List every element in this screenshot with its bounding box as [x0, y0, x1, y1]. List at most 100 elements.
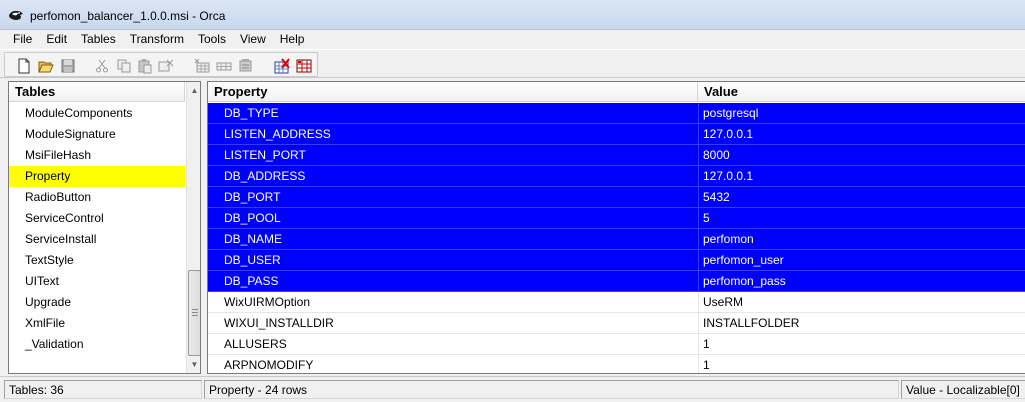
grip-icon	[192, 309, 198, 316]
window-title: perfomon_balancer_1.0.0.msi - Orca	[30, 9, 226, 23]
cell-property[interactable]: WIXUI_INSTALLDIR	[224, 313, 334, 334]
copy-icon[interactable]	[115, 57, 132, 74]
table-item-modulesignature[interactable]: ModuleSignature	[9, 124, 185, 145]
table-row[interactable]: ALLUSERS 1	[208, 334, 1025, 355]
table-item-property[interactable]: Property	[9, 166, 185, 187]
open-icon[interactable]	[37, 57, 54, 74]
table-item-xmlfile[interactable]: XmlFile	[9, 313, 185, 334]
table-row[interactable]: LISTEN_PORT 8000	[208, 145, 1025, 166]
cut-icon[interactable]	[93, 57, 110, 74]
cell-value[interactable]: 127.0.0.1	[703, 124, 753, 145]
column-divider	[698, 313, 699, 334]
cell-property[interactable]: LISTEN_PORT	[224, 145, 306, 166]
table-item-upgrade[interactable]: Upgrade	[9, 292, 185, 313]
cell-property[interactable]: DB_NAME	[224, 229, 282, 250]
menu-tables[interactable]: Tables	[74, 30, 123, 48]
table-row[interactable]: ARPNOMODIFY 1	[208, 355, 1025, 373]
title-bar[interactable]: perfomon_balancer_1.0.0.msi - Orca	[0, 0, 1025, 30]
new-icon[interactable]	[15, 57, 32, 74]
toolbar	[0, 49, 1025, 78]
menu-file[interactable]: File	[6, 30, 39, 48]
cell-property[interactable]: LISTEN_ADDRESS	[224, 124, 331, 145]
table-row[interactable]: DB_PASS perfomon_pass	[208, 271, 1025, 292]
status-table-info: Property - 24 rows	[204, 380, 899, 399]
column-header-property[interactable]: Property	[208, 82, 698, 102]
status-column-info: Value - Localizable[0]	[901, 380, 1025, 399]
table-row[interactable]: DB_POOL 5	[208, 208, 1025, 229]
table-row[interactable]: LISTEN_ADDRESS 127.0.0.1	[208, 124, 1025, 145]
add-row-icon[interactable]	[215, 57, 232, 74]
grid-rows: DB_TYPE postgresql LISTEN_ADDRESS 127.0.0.1…	[208, 103, 1025, 373]
menu-bar: File Edit Tables Transform Tools View He…	[0, 30, 1025, 48]
table-item-msifilehash[interactable]: MsiFileHash	[9, 145, 185, 166]
cell-value[interactable]: postgresql	[703, 103, 758, 124]
cell-value[interactable]: 1	[703, 355, 710, 373]
table-item-validation[interactable]: _Validation	[9, 334, 185, 355]
scrollbar-thumb[interactable]	[188, 270, 200, 356]
menu-transform[interactable]: Transform	[123, 30, 191, 48]
table-item-servicecontrol[interactable]: ServiceControl	[9, 208, 185, 229]
cell-property[interactable]: DB_ADDRESS	[224, 166, 305, 187]
grid-header: Property Value	[208, 82, 1025, 102]
tables-header[interactable]: Tables	[9, 82, 185, 102]
cell-property[interactable]: DB_POOL	[224, 208, 281, 229]
cell-property[interactable]: ARPNOMODIFY	[224, 355, 313, 373]
cell-value[interactable]: 127.0.0.1	[703, 166, 753, 187]
table-item-radiobutton[interactable]: RadioButton	[9, 187, 185, 208]
table-item-textstyle[interactable]: TextStyle	[9, 250, 185, 271]
save-icon[interactable]	[59, 57, 76, 74]
cell-value[interactable]: perfomon	[703, 229, 754, 250]
table-row[interactable]: WixUIRMOption UseRM	[208, 292, 1025, 313]
validate-icon[interactable]	[273, 57, 290, 74]
column-header-value[interactable]: Value	[698, 82, 1025, 102]
table-row[interactable]: DB_NAME perfomon	[208, 229, 1025, 250]
scroll-up-icon[interactable]: ▲	[187, 82, 200, 99]
tables-scrollbar[interactable]: ▲ ▼	[186, 82, 200, 373]
cell-property[interactable]: ALLUSERS	[224, 334, 287, 355]
cell-value[interactable]: 8000	[703, 145, 730, 166]
cell-value[interactable]: 5	[703, 208, 710, 229]
cell-property[interactable]: DB_PASS	[224, 271, 278, 292]
table-properties-icon[interactable]	[295, 57, 312, 74]
add-table-icon[interactable]	[193, 57, 210, 74]
table-row[interactable]: DB_PORT 5432	[208, 187, 1025, 208]
scroll-down-icon[interactable]: ▼	[187, 356, 200, 373]
cell-value[interactable]: 1	[703, 334, 710, 355]
paste-icon[interactable]	[136, 57, 153, 74]
table-row[interactable]: DB_TYPE postgresql	[208, 103, 1025, 124]
table-item-uitext[interactable]: UIText	[9, 271, 185, 292]
cell-value[interactable]: UseRM	[703, 292, 743, 313]
orca-app-icon[interactable]	[8, 8, 24, 22]
menu-view[interactable]: View	[233, 30, 273, 48]
cell-value[interactable]: INSTALLFOLDER	[703, 313, 799, 334]
table-item-modulecomponents[interactable]: ModuleComponents	[9, 103, 185, 124]
tables-list: ModuleComponents ModuleSignature MsiFile…	[9, 103, 185, 355]
column-divider	[698, 229, 699, 250]
cell-value[interactable]: perfomon_user	[703, 250, 784, 271]
cell-value[interactable]: perfomon_pass	[703, 271, 786, 292]
cell-property[interactable]: WixUIRMOption	[224, 292, 310, 313]
table-row[interactable]: DB_USER perfomon_user	[208, 250, 1025, 271]
column-divider	[698, 166, 699, 187]
column-divider	[698, 208, 699, 229]
table-row[interactable]: WIXUI_INSTALLDIR INSTALLFOLDER	[208, 313, 1025, 334]
table-row[interactable]: DB_ADDRESS 127.0.0.1	[208, 166, 1025, 187]
cell-value[interactable]: 5432	[703, 187, 730, 208]
column-divider	[698, 103, 699, 124]
cell-property[interactable]: DB_TYPE	[224, 103, 279, 124]
cell-property[interactable]: DB_PORT	[224, 187, 280, 208]
orca-window: perfomon_balancer_1.0.0.msi - Orca File …	[0, 0, 1025, 402]
drop-row-icon[interactable]	[237, 57, 254, 74]
table-item-serviceinstall[interactable]: ServiceInstall	[9, 229, 185, 250]
delete-icon[interactable]	[157, 57, 174, 74]
menu-help[interactable]: Help	[273, 30, 312, 48]
menu-edit[interactable]: Edit	[39, 30, 74, 48]
column-divider	[698, 292, 699, 313]
cell-property[interactable]: DB_USER	[224, 250, 281, 271]
column-divider	[698, 271, 699, 292]
column-divider	[698, 355, 699, 373]
column-divider	[698, 187, 699, 208]
toolbar-band	[4, 52, 318, 77]
column-divider	[698, 334, 699, 355]
menu-tools[interactable]: Tools	[191, 30, 233, 48]
